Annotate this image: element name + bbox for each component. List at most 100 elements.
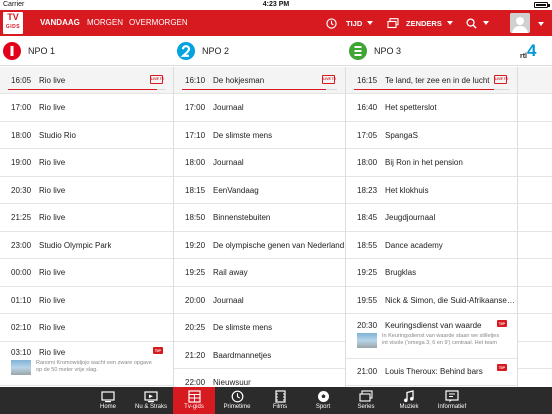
program-row[interactable]: 03:10 Rio live Ranomi Kromowidjojo wacht e…: [0, 342, 173, 386]
program-row[interactable]: [518, 232, 552, 259]
app-logo[interactable]: TV GIDS: [3, 12, 23, 34]
channels-filter-button[interactable]: ZENDERS: [387, 16, 453, 30]
program-row[interactable]: [518, 315, 552, 342]
program-title: Rio live: [39, 323, 66, 332]
program-row[interactable]: 18:00 Journaal: [174, 150, 345, 177]
program-row[interactable]: 18:55 Dance academy: [346, 232, 517, 259]
program-row[interactable]: [518, 67, 552, 94]
program-row[interactable]: 18:50 Binnenstebuiten: [174, 205, 345, 232]
program-time: 16:40: [357, 103, 378, 112]
program-row[interactable]: 17:00 Rio live: [0, 95, 173, 122]
nav-item-nu-straks[interactable]: Nu & Straks: [130, 387, 172, 414]
nav-item-series[interactable]: Series: [345, 387, 387, 414]
nav-item-muziek[interactable]: Muziek: [388, 387, 430, 414]
program-row[interactable]: 19:20 De olympische genen van Nederland: [174, 232, 345, 259]
nav-item-sport[interactable]: Sport: [302, 387, 344, 414]
program-row[interactable]: 16:40 Het spetterslot: [346, 95, 517, 122]
program-title: Jeugdjournaal: [385, 213, 436, 222]
program-row[interactable]: 02:10 Rio live: [0, 315, 173, 342]
program-time: 17:00: [185, 103, 206, 112]
nav-item-informatief[interactable]: Informatief: [431, 387, 473, 414]
schedule-column-rtl4[interactable]: [518, 67, 552, 387]
program-time: 17:05: [357, 130, 378, 140]
program-row[interactable]: 16:10 De hokjesman LIVE TV: [174, 67, 345, 94]
program-row[interactable]: [518, 205, 552, 232]
program-time: 20:25: [185, 323, 206, 332]
program-row[interactable]: 21:00 Louis Theroux: Behind bars TIP: [346, 359, 517, 386]
program-time: 23:00: [11, 240, 32, 250]
program-row[interactable]: 16:05 Rio live LIVE TV: [0, 67, 173, 94]
program-row[interactable]: 16:15 Te land, ter zee en in de lucht LIVE…: [346, 67, 517, 94]
channel-header-npo1[interactable]: NPO 1: [0, 36, 174, 66]
program-time: 17:10: [185, 130, 206, 140]
program-row[interactable]: 19:25 Rail away: [174, 260, 345, 287]
program-row[interactable]: 20:00 Journaal: [174, 287, 345, 314]
program-row[interactable]: [518, 95, 552, 122]
program-row[interactable]: [518, 287, 552, 314]
program-row[interactable]: [518, 342, 552, 369]
progress-bar: [8, 88, 158, 90]
schedule-column-npo1[interactable]: 16:05 Rio live LIVE TV 17:00 Rio live 18:00 St…: [0, 67, 174, 387]
program-time: 18:00: [11, 130, 32, 140]
channel-header-npo2[interactable]: NPO 2: [174, 36, 346, 66]
tab-morgen[interactable]: MORGEN: [87, 18, 123, 28]
program-title: Rio live: [39, 185, 66, 195]
program-row[interactable]: 19:25 Brugklas: [346, 260, 517, 287]
program-row[interactable]: 18:00 Bij Ron in het pension: [346, 150, 517, 177]
time-filter-button[interactable]: TIJD: [326, 16, 374, 30]
program-time: 18:45: [357, 213, 378, 222]
program-row[interactable]: 18:00 Studio Rio: [0, 122, 173, 149]
program-title: Journaal: [213, 103, 244, 112]
program-row[interactable]: 20:30 Keuringsdienst van waarde In Keuring…: [346, 315, 517, 359]
status-time: 4:23 PM: [262, 1, 290, 8]
nav-item-tv-gids[interactable]: Tv-gids: [173, 387, 215, 414]
channel-header-rtl4[interactable]: rtl 4: [518, 36, 552, 66]
program-row[interactable]: [518, 122, 552, 149]
tab-vandaag[interactable]: VANDAAG: [40, 18, 80, 28]
program-row[interactable]: 18:23 Het klokhuis: [346, 177, 517, 204]
nav-item-home[interactable]: Home: [87, 387, 129, 414]
program-title: Rio live: [39, 158, 66, 167]
logo-line-2: GIDS: [5, 24, 21, 30]
program-row[interactable]: 18:15 EenVandaag: [174, 177, 345, 204]
program-time: 03:10: [11, 348, 32, 357]
program-row[interactable]: [518, 150, 552, 177]
program-row[interactable]: 19:55 Nick & Simon, die Suid-Afrikaanse B…: [346, 287, 517, 314]
program-header: 03:10 Rio live: [11, 348, 173, 357]
tab-overmorgen[interactable]: OVERMORGEN: [129, 18, 188, 28]
program-row[interactable]: 20:30 Rio live: [0, 177, 173, 204]
program-row[interactable]: 17:00 Journaal: [174, 95, 345, 122]
music-note-icon: [388, 387, 430, 403]
program-row[interactable]: 21:20 Baardmannetjes: [174, 342, 345, 369]
program-row[interactable]: 18:45 Jeugdjournaal: [346, 205, 517, 232]
program-row[interactable]: 00:00 Rio live: [0, 260, 173, 287]
tip-badge: TIP: [152, 347, 163, 354]
program-row[interactable]: [518, 260, 552, 287]
program-row[interactable]: 01:10 Rio live: [0, 287, 173, 314]
live-tv-badge[interactable]: LIVE TV: [150, 75, 164, 84]
program-title: EenVandaag: [213, 185, 259, 195]
program-row[interactable]: 17:10 De slimste mens: [174, 122, 345, 149]
live-tv-badge[interactable]: LIVE TV: [322, 75, 336, 84]
program-row[interactable]: 21:25 Rio live: [0, 205, 173, 232]
program-row[interactable]: 22:00 Nieuwsuur: [174, 370, 345, 387]
schedule-column-npo3[interactable]: 16:15 Te land, ter zee en in de lucht LIVE…: [346, 67, 518, 387]
nav-item-primetime[interactable]: Primetime: [216, 387, 258, 414]
search-button[interactable]: [466, 16, 489, 30]
program-row[interactable]: [518, 177, 552, 204]
program-time: 19:25: [357, 268, 378, 277]
profile-chevron-icon[interactable]: [538, 22, 544, 26]
program-row[interactable]: 19:00 Rio live: [0, 150, 173, 177]
profile-button[interactable]: [510, 13, 530, 33]
program-row[interactable]: 20:25 De slimste mens: [174, 315, 345, 342]
program-title: Rio live: [39, 213, 66, 222]
nav-item-films[interactable]: Films: [259, 387, 301, 414]
channel-header-npo3[interactable]: NPO 3: [346, 36, 518, 66]
program-thumbnail: [11, 360, 31, 375]
program-row[interactable]: 17:05 SpangaS: [346, 122, 517, 149]
program-row[interactable]: 23:00 Studio Olympic Park: [0, 232, 173, 259]
live-tv-badge[interactable]: LIVE TV: [494, 75, 508, 84]
chevron-down-icon: [446, 21, 453, 25]
program-row[interactable]: [518, 370, 552, 388]
schedule-column-npo2[interactable]: 16:10 De hokjesman LIVE TV 17:00 Journaal 17:…: [174, 67, 346, 387]
